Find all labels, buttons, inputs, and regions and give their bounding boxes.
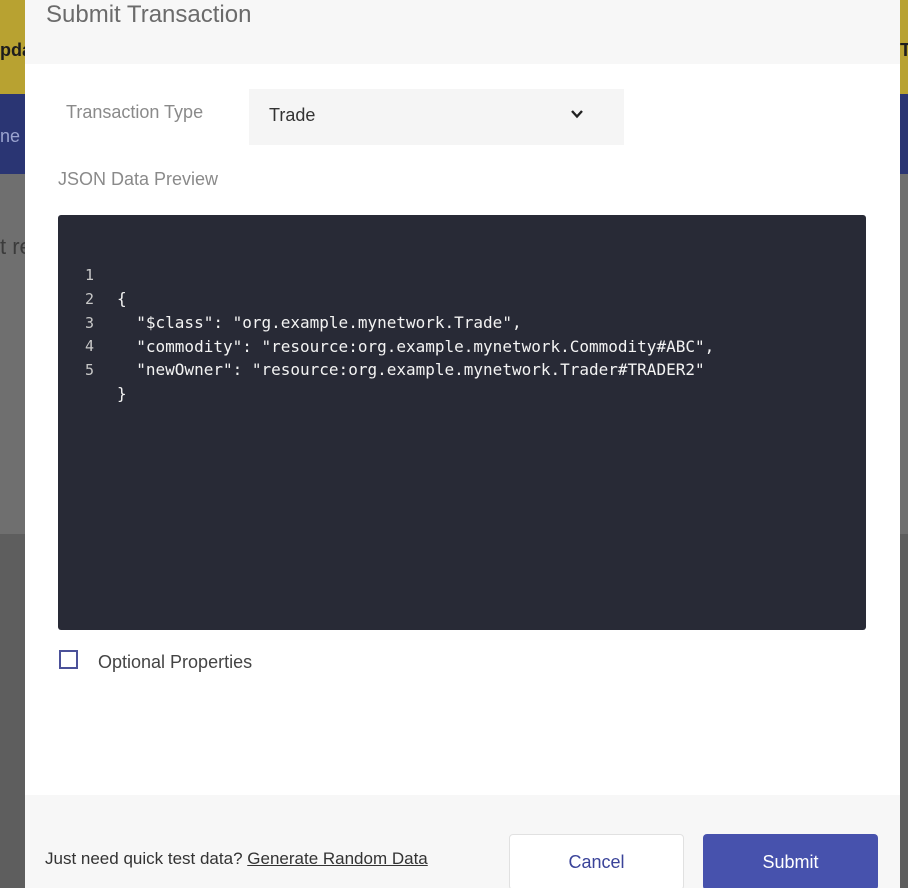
cancel-button[interactable]: Cancel [509, 834, 684, 888]
chevron-down-icon [571, 110, 583, 119]
generate-random-data-link[interactable]: Generate Random Data [247, 849, 428, 868]
code-line: 3 "commodity": "resource:org.example.myn… [58, 287, 714, 356]
submit-transaction-modal: Submit Transaction Transaction Type Trad… [25, 0, 900, 888]
code-line: 5 } [58, 334, 127, 403]
line-content: } [117, 384, 127, 403]
code-line: 4 "newOwner": "resource:org.example.myne… [58, 310, 705, 379]
modal-title: Submit Transaction [46, 1, 252, 28]
code-line: 2 "$class": "org.example.mynetwork.Trade… [58, 263, 522, 332]
quick-test-prompt: Just need quick test data? Generate Rand… [45, 849, 428, 869]
background-nav-text: ne [0, 126, 21, 146]
line-content: "commodity": "resource:org.example.mynet… [117, 337, 715, 356]
line-content: { [117, 289, 127, 308]
json-preview-label: JSON Data Preview [58, 169, 219, 189]
submit-button[interactable]: Submit [703, 834, 878, 888]
optional-properties-label[interactable]: Optional Properties [98, 652, 252, 673]
code-line: 1 { [58, 239, 127, 308]
modal-header: Submit Transaction [25, 0, 900, 64]
transaction-type-value: Trade [269, 105, 316, 125]
modal-footer: Just need quick test data? Generate Rand… [25, 795, 900, 888]
transaction-type-label: Transaction Type [66, 102, 204, 122]
optional-properties-checkbox[interactable] [59, 650, 78, 669]
line-content: "newOwner": "resource:org.example.mynetw… [117, 360, 705, 379]
background-header-text-right: T [900, 40, 908, 60]
line-content: "$class": "org.example.mynetwork.Trade", [117, 313, 522, 332]
transaction-type-select[interactable]: Trade [249, 89, 624, 145]
quick-test-text: Just need quick test data? [45, 849, 243, 868]
line-number: 5 [84, 361, 94, 379]
json-code-editor[interactable]: 1 { 2 "$class": "org.example.mynetwork.T… [58, 215, 866, 630]
